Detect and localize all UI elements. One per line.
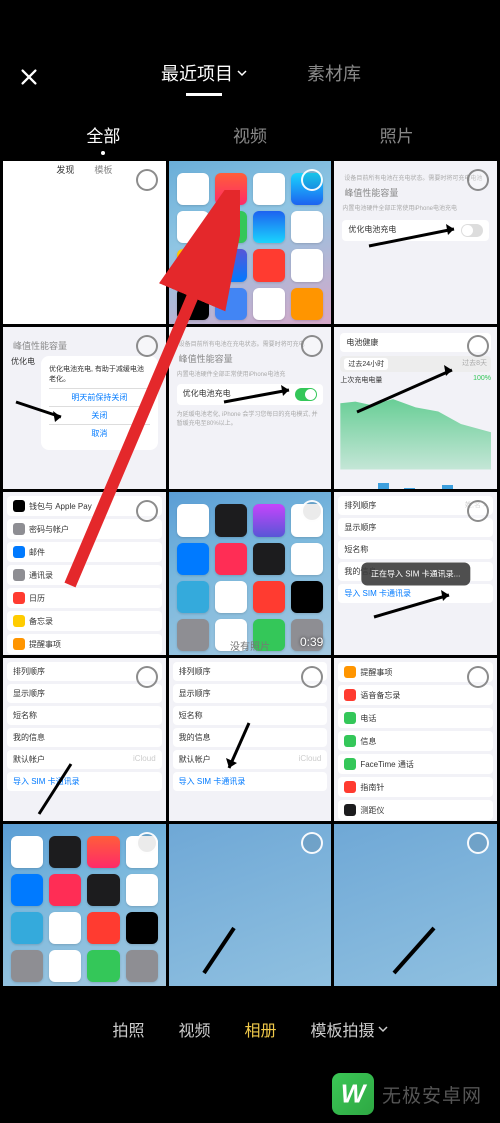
filter-photo[interactable]: 照片 xyxy=(380,122,414,147)
thumb-2[interactable] xyxy=(169,161,332,324)
bottom-bar: 拍照 视频 相册 模板拍摄 xyxy=(0,1003,500,1055)
header: 最近项目 素材库 xyxy=(0,40,500,104)
thumb-15[interactable] xyxy=(334,824,497,987)
bottom-tab-photo[interactable]: 拍照 xyxy=(112,1017,144,1041)
select-circle[interactable] xyxy=(136,500,158,522)
chevron-down-icon xyxy=(237,68,247,78)
select-circle[interactable] xyxy=(136,832,158,854)
tab-recent-label: 最近项目 xyxy=(161,60,233,86)
thumb-8[interactable]: 0:39 没有照片 xyxy=(169,492,332,655)
thumb-10[interactable]: 排列顺序 显示顺序 短名称 我的信息 默认帐户iCloud 导入 SIM 卡通讯… xyxy=(3,658,166,821)
import-toast: 正在导入 SIM 卡通讯录... xyxy=(361,562,470,585)
thumb-6[interactable]: 电池健康 过去24小时 过去8天 上次充电电量 100% xyxy=(334,327,497,490)
watermark-text: 无极安卓网 xyxy=(382,1081,482,1108)
no-photo-label: 没有照片 xyxy=(230,638,270,653)
thumb-9[interactable]: 排列顺序姓,名 > 显示顺序 短名称 我的信息 导入 SIM 卡通讯录 正在导入… xyxy=(334,492,497,655)
tab-library-label: 素材库 xyxy=(307,60,361,86)
close-icon[interactable] xyxy=(18,66,40,88)
tab-library[interactable]: 素材库 xyxy=(307,60,361,94)
watermark-logo-icon xyxy=(332,1073,374,1115)
thumb-3[interactable]: 设备目前所有电池在充电状态。需要时将可充电电池 峰值性能容量 内置电池硬件全部正… xyxy=(334,161,497,324)
select-circle[interactable] xyxy=(301,832,323,854)
thumb-4[interactable]: 峰值性能容量 优化电 优化电池充电, 有助于减缓电池老化。 明天前保持关闭 关闭… xyxy=(3,327,166,490)
filter-tabs: 全部 视频 照片 xyxy=(0,104,500,161)
chevron-down-icon xyxy=(378,1024,388,1034)
select-circle[interactable] xyxy=(136,169,158,191)
thumb-13[interactable] xyxy=(3,824,166,987)
thumb-7[interactable]: 钱包与 Apple Pay 密码与帐户 邮件 通讯录 日历 备忘录 提醒事项 语… xyxy=(3,492,166,655)
header-tabs: 最近项目 素材库 xyxy=(40,60,482,94)
bottom-tab-video[interactable]: 视频 xyxy=(178,1017,210,1041)
select-circle[interactable] xyxy=(136,335,158,357)
select-circle[interactable] xyxy=(467,169,489,191)
select-circle[interactable] xyxy=(301,335,323,357)
filter-video[interactable]: 视频 xyxy=(233,122,267,147)
thumb-12[interactable]: 提醒事项 语音备忘录 电话 信息 FaceTime 通话 指南针 测距仪 Saf… xyxy=(334,658,497,821)
watermark: 无极安卓网 xyxy=(332,1073,482,1115)
thumb-14[interactable] xyxy=(169,824,332,987)
thumb-11[interactable]: 排列顺序 显示顺序 短名称 我的信息 默认帐户iCloud 导入 SIM 卡通讯… xyxy=(169,658,332,821)
select-circle[interactable] xyxy=(467,335,489,357)
select-circle[interactable] xyxy=(467,832,489,854)
tab-recent[interactable]: 最近项目 xyxy=(161,60,247,94)
bottom-tab-album[interactable]: 相册 xyxy=(245,1017,277,1041)
filter-all[interactable]: 全部 xyxy=(86,122,120,147)
thumb-5[interactable]: 设备目前所有电池在充电状态。需要时将可充电 峰值性能容量 内置电池硬件全部正常使… xyxy=(169,327,332,490)
select-circle[interactable] xyxy=(136,666,158,688)
bottom-tab-template[interactable]: 模板拍摄 xyxy=(311,1017,388,1041)
select-circle[interactable] xyxy=(467,666,489,688)
media-grid: 发现 模板 设备目前所有电池在充电状态。需要时将可充电电池 峰值性能容量 内置电… xyxy=(0,161,500,986)
video-duration: 0:39 xyxy=(300,635,323,649)
thumb-1[interactable]: 发现 模板 xyxy=(3,161,166,324)
